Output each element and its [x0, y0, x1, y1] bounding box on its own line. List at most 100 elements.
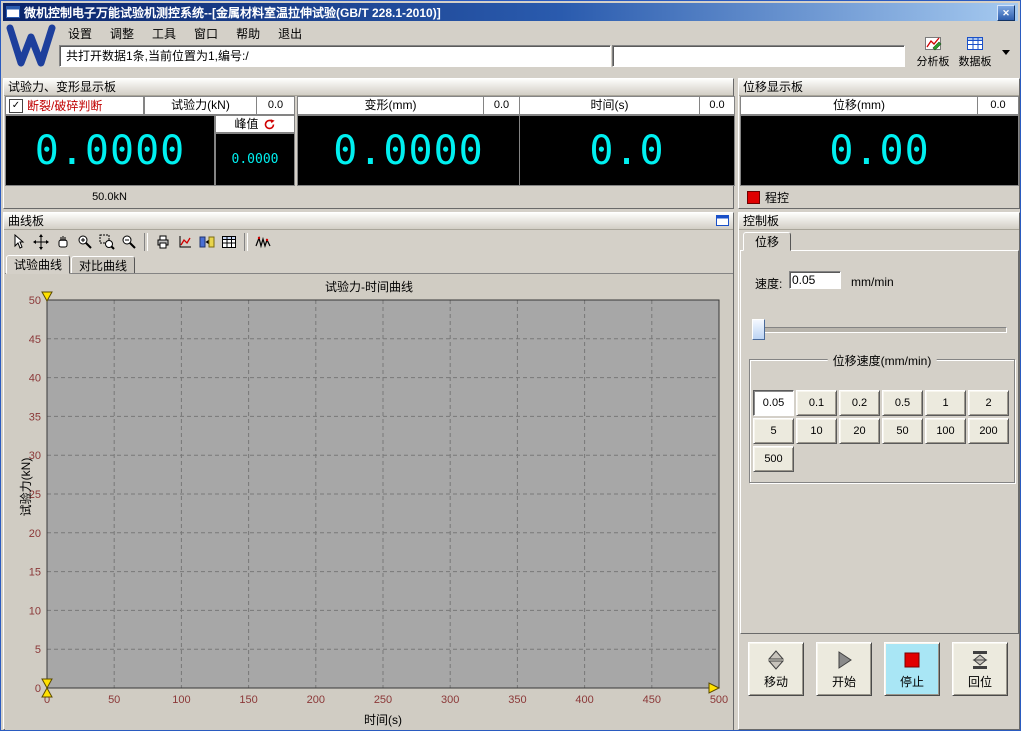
speed-preset-button[interactable]: 20 [839, 418, 880, 444]
svg-text:50: 50 [108, 694, 120, 706]
print-icon[interactable] [152, 231, 174, 253]
move-button-label: 移动 [764, 673, 788, 690]
start-button[interactable]: 开始 [816, 642, 872, 696]
data-panel-button[interactable]: 数据板 [953, 34, 997, 70]
speed-input[interactable] [789, 271, 841, 289]
svg-text:50: 50 [29, 295, 41, 307]
export-icon[interactable] [196, 231, 218, 253]
speed-slider-track[interactable] [753, 327, 1007, 333]
start-button-label: 开始 [832, 673, 856, 690]
speed-preset-button[interactable]: 2 [968, 390, 1009, 416]
hand-icon[interactable] [52, 231, 74, 253]
displacement-display-panel: 位移显示板 位移(mm) 0.0 0.00 程控 [738, 78, 1020, 209]
toolbar-separator [244, 233, 248, 251]
panel-title: 控制板 [739, 213, 1019, 230]
peak-header: 峰值 [215, 115, 295, 133]
tab-compare-curve[interactable]: 对比曲线 [71, 256, 135, 274]
force-header: 试验力(kN) [144, 96, 257, 115]
svg-text:350: 350 [508, 694, 526, 706]
curve-options-icon[interactable] [174, 231, 196, 253]
force-range-label: 50.0kN [5, 186, 214, 208]
speed-preset-button[interactable]: 5 [753, 418, 794, 444]
status-field[interactable]: 共打开数据1条,当前位置为1,编号:/ [59, 45, 611, 67]
speed-preset-button[interactable]: 0.1 [796, 390, 837, 416]
analysis-panel-label: 分析板 [917, 53, 950, 69]
zoom-window-icon[interactable] [96, 231, 118, 253]
svg-text:35: 35 [29, 411, 41, 423]
undock-panel-icon[interactable] [716, 215, 730, 227]
menu-item-exit[interactable]: 退出 [269, 23, 311, 44]
curve-panel: 曲线板 [3, 212, 734, 730]
speed-preset-group: 位移速度(mm/min) 0.05 0.1 0.2 0.5 1 2 5 10 2… [749, 359, 1015, 483]
curve-toolbar [4, 230, 733, 254]
peak-label: 峰值 [234, 116, 258, 133]
zoom-in-icon[interactable] [74, 231, 96, 253]
panel-dropdown-arrow[interactable] [1001, 45, 1013, 57]
menu-item-adjust[interactable]: 调整 [101, 23, 143, 44]
svg-text:150: 150 [239, 694, 257, 706]
speed-preset-button[interactable]: 200 [968, 418, 1009, 444]
speed-slider-thumb[interactable] [752, 319, 765, 340]
signal-icon[interactable] [252, 231, 274, 253]
title-bar: 微机控制电子万能试验机测控系统--[金属材料室温拉伸试验(GB/T 228.1-… [3, 3, 1018, 21]
fracture-judge-label: 断裂/破碎判断 [27, 97, 102, 114]
data-panel-label: 数据板 [959, 53, 992, 69]
chart-x-axis-label: 时间(s) [55, 711, 711, 728]
speed-preset-button[interactable]: 0.2 [839, 390, 880, 416]
deform-header: 变形(mm) [297, 96, 484, 115]
displacement-small-value: 0.0 [977, 96, 1019, 115]
svg-text:450: 450 [643, 694, 661, 706]
analysis-panel-button[interactable]: 分析板 [911, 34, 955, 70]
app-window: 微机控制电子万能试验机测控系统--[金属材料室温拉伸试验(GB/T 228.1-… [0, 0, 1021, 731]
tab-displacement[interactable]: 位移 [743, 232, 791, 251]
pan-icon[interactable] [30, 231, 52, 253]
force-small-value: 0.0 [256, 96, 295, 115]
speed-preset-button[interactable]: 500 [753, 446, 794, 472]
return-home-icon [968, 649, 992, 671]
origin-cursor-lower[interactable] [42, 688, 52, 697]
svg-text:45: 45 [29, 334, 41, 346]
menu-item-window[interactable]: 窗口 [185, 23, 227, 44]
move-updown-icon [764, 649, 788, 671]
zoom-out-icon[interactable] [118, 231, 140, 253]
speed-preset-button[interactable]: 1 [925, 390, 966, 416]
peak-reset-icon[interactable] [263, 118, 276, 131]
tab-test-curve[interactable]: 试验曲线 [6, 255, 70, 274]
app-icon [6, 6, 20, 18]
program-control-indicator: 程控 [741, 186, 1017, 208]
status-field-secondary[interactable] [612, 45, 905, 67]
svg-text:400: 400 [575, 694, 593, 706]
chart-y-axis-label: 试验力(kN) [17, 442, 31, 532]
speed-unit-label: mm/min [851, 275, 894, 289]
checkbox-check-icon[interactable]: ✓ [9, 99, 23, 113]
menu-item-help[interactable]: 帮助 [227, 23, 269, 44]
chart-area: 0501001502002503003504004505000510152025… [5, 273, 733, 730]
menu-item-tools[interactable]: 工具 [143, 23, 185, 44]
fracture-judge-checkbox[interactable]: ✓ 断裂/破碎判断 [5, 96, 144, 115]
speed-preset-button[interactable]: 50 [882, 418, 923, 444]
svg-text:200: 200 [307, 694, 325, 706]
close-button[interactable]: ✕ [997, 5, 1015, 21]
svg-text:15: 15 [29, 567, 41, 579]
move-button[interactable]: 移动 [748, 642, 804, 696]
speed-preset-button[interactable]: 0.5 [882, 390, 923, 416]
deform-display: 0.0000 [297, 115, 520, 186]
data-table-icon[interactable] [218, 231, 240, 253]
stop-button-label: 停止 [900, 673, 924, 690]
stop-button[interactable]: 停止 [884, 642, 940, 696]
window-title: 微机控制电子万能试验机测控系统--[金属材料室温拉伸试验(GB/T 228.1-… [20, 4, 441, 21]
menu-item-settings[interactable]: 设置 [59, 23, 101, 44]
speed-preset-button[interactable]: 100 [925, 418, 966, 444]
return-button[interactable]: 回位 [952, 642, 1008, 696]
speed-preset-button[interactable]: 10 [796, 418, 837, 444]
time-small-value: 0.0 [699, 96, 735, 115]
speed-group-title: 位移速度(mm/min) [828, 352, 937, 369]
speed-preset-button[interactable]: 0.05 [753, 390, 794, 416]
app-logo [6, 23, 56, 69]
svg-text:300: 300 [441, 694, 459, 706]
cursor-select-icon[interactable] [8, 231, 30, 253]
close-icon: ✕ [1002, 8, 1010, 19]
curve-chart[interactable]: 0501001502002503003504004505000510152025… [5, 274, 733, 730]
svg-text:10: 10 [29, 605, 41, 617]
panel-title: 试验力、变形显示板 [4, 79, 733, 96]
